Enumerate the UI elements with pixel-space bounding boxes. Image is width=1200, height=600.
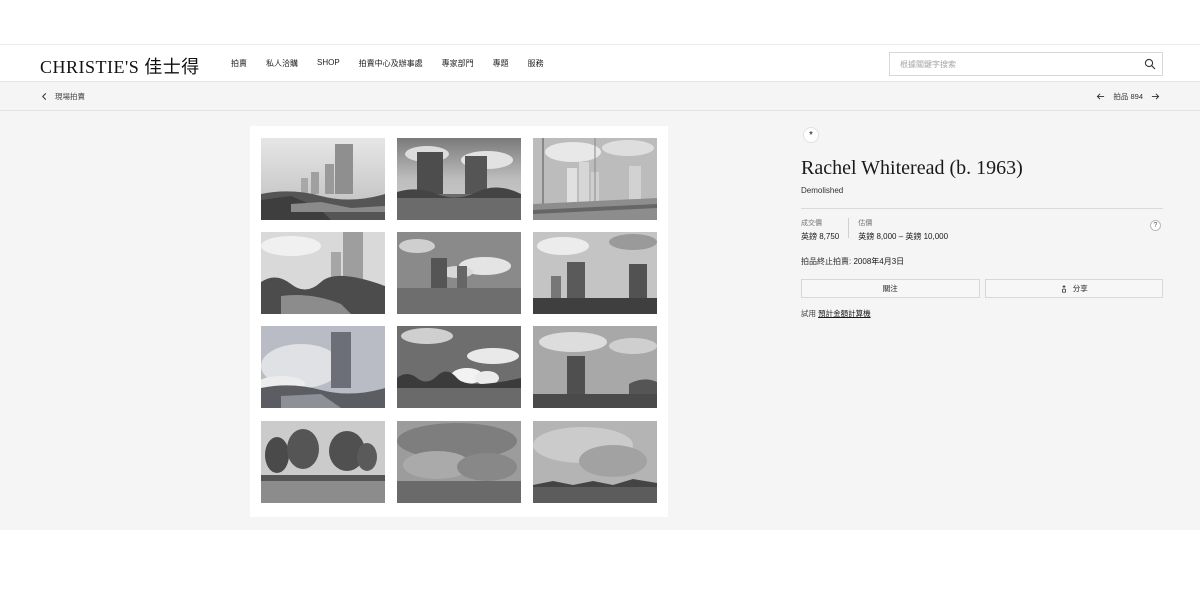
nav-item-locations[interactable]: 拍賣中心及辦事處	[359, 58, 423, 69]
tower-photo-5	[397, 232, 521, 314]
nav-item-private-sales[interactable]: 私人洽購	[266, 58, 298, 69]
close-date-label: 拍品終止拍賣:	[801, 257, 852, 266]
arrow-left-icon	[1097, 93, 1105, 100]
prev-lot-button[interactable]	[1096, 92, 1105, 101]
artwork-image[interactable]	[250, 126, 668, 517]
sold-price-value: 英鎊 8,750	[801, 232, 840, 241]
calculator-row: 試用 預計金額計算機	[801, 308, 1163, 319]
nav-item-auctions[interactable]: 拍賣	[231, 58, 247, 69]
photo-9	[533, 326, 657, 408]
next-lot-button[interactable]	[1151, 92, 1160, 101]
search-icon[interactable]	[1144, 58, 1156, 70]
tower-photo-9	[533, 326, 657, 408]
calculator-link[interactable]: 預計金額計算機	[818, 309, 871, 318]
photo-6	[533, 232, 657, 314]
photo-1	[261, 138, 385, 220]
sold-price-label: 成交價	[801, 220, 822, 227]
main-nav: 拍賣 私人洽購 SHOP 拍賣中心及辦事處 專家部門 專題 服務	[231, 58, 563, 69]
share-button-label: 分享	[1072, 284, 1088, 293]
price-separator	[848, 218, 850, 238]
photo-12	[533, 421, 657, 503]
tower-photo-6	[533, 232, 657, 314]
tower-photo-4	[261, 232, 385, 314]
chevron-left-icon	[41, 92, 47, 101]
nav-item-stories[interactable]: 專題	[493, 58, 509, 69]
lot-close-date: 拍品終止拍賣: 2008年4月3日	[801, 256, 1163, 267]
lot-pager: 拍品 894	[1096, 91, 1160, 102]
search-input[interactable]	[890, 53, 1130, 75]
photo-7	[261, 326, 385, 408]
follow-button-label: 關注	[882, 284, 898, 293]
calculator-prefix: 試用	[801, 309, 816, 318]
photo-4	[261, 232, 385, 314]
christies-logo[interactable]: CHRISTIE'S 佳士得	[40, 53, 200, 79]
share-button[interactable]: 分享	[984, 279, 1163, 298]
tower-photo-8	[397, 326, 521, 408]
back-link-label: 現場拍賣	[55, 92, 85, 101]
share-icon	[1061, 284, 1066, 293]
lot-nav-bar: 現場拍賣 拍品 894	[0, 82, 1200, 111]
lot-symbol-badge[interactable]: *	[803, 127, 819, 143]
lot-info: * Rachel Whiteread (b. 1963) Demolished …	[801, 127, 1163, 319]
tower-photo-7	[261, 326, 385, 408]
photo-5	[397, 232, 521, 314]
lot-detail: * Rachel Whiteread (b. 1963) Demolished …	[0, 111, 1200, 530]
follow-button[interactable]: 關注	[801, 279, 980, 298]
dust-photo-12	[533, 421, 657, 503]
help-icon[interactable]: ?	[1150, 220, 1161, 231]
artist-name: Rachel Whiteread (b. 1963)	[801, 157, 1023, 179]
tower-photo-10	[261, 421, 385, 503]
arrow-right-icon	[1151, 93, 1160, 100]
sold-price: 成交價 英鎊 8,750	[801, 218, 840, 241]
tower-photo-1	[261, 138, 385, 220]
lot-number: 拍品 894	[1113, 92, 1143, 101]
estimate-label: 估價	[858, 220, 873, 227]
tower-photo-3	[533, 138, 657, 220]
price-row: 成交價 英鎊 8,750 估價 英鎊 8,000 – 英鎊 10,000 ?	[801, 218, 1163, 241]
photo-11	[397, 421, 521, 503]
back-link[interactable]: 現場拍賣	[40, 91, 85, 102]
estimate: 估價 英鎊 8,000 – 英鎊 10,000	[858, 218, 949, 241]
nav-item-services[interactable]: 服務	[528, 58, 544, 69]
site-header: CHRISTIE'S 佳士得 拍賣 私人洽購 SHOP 拍賣中心及辦事處 專家部…	[0, 44, 1200, 82]
estimate-value: 英鎊 8,000 – 英鎊 10,000	[858, 232, 949, 241]
tower-photo-2	[397, 138, 521, 220]
dust-photo-11	[397, 421, 521, 503]
photo-8	[397, 326, 521, 408]
page: CHRISTIE'S 佳士得 拍賣 私人洽購 SHOP 拍賣中心及辦事處 專家部…	[0, 0, 1200, 600]
divider	[801, 208, 1163, 209]
search-box	[889, 52, 1163, 76]
nav-item-shop[interactable]: SHOP	[317, 58, 340, 69]
close-date-value: 2008年4月3日	[853, 257, 905, 266]
photo-2	[397, 138, 521, 220]
photo-10	[261, 421, 385, 503]
lot-actions: 關注 分享	[801, 279, 1163, 298]
photo-3	[533, 138, 657, 220]
nav-item-departments[interactable]: 專家部門	[442, 58, 474, 69]
artwork-title: Demolished	[801, 186, 844, 195]
